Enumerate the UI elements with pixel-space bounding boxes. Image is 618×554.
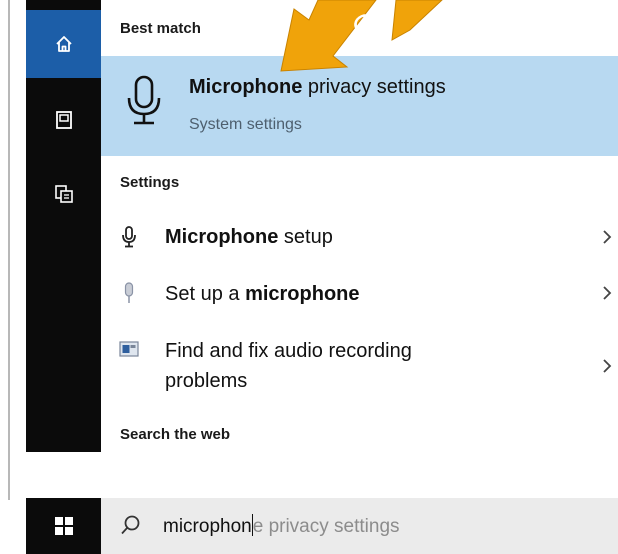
search-icon: [121, 515, 140, 535]
best-match-subtitle: System settings: [189, 116, 302, 133]
troubleshoot-icon: [119, 341, 139, 357]
settings-item-audio-troubleshooter[interactable]: Find and fix audio recording problems: [101, 334, 618, 400]
microphone-icon: [122, 226, 136, 248]
start-button[interactable]: [26, 498, 101, 554]
nav-rail: [26, 0, 101, 452]
rail-item-documents[interactable]: [26, 160, 101, 228]
home-icon: [55, 36, 72, 52]
settings-item-set-up-microphone[interactable]: Set up a microphone: [101, 276, 618, 312]
search-input[interactable]: microphone privacy settings: [163, 514, 400, 538]
best-match-result[interactable]: Microphone privacy settings System setti…: [101, 56, 618, 156]
best-match-header: Best match: [120, 20, 201, 37]
microphone-stand-icon: [124, 282, 134, 303]
window-edge: [8, 0, 10, 500]
rail-item-home[interactable]: [26, 10, 101, 78]
microphone-icon: [127, 75, 161, 125]
settings-item-label: Set up a microphone: [165, 283, 360, 305]
rail-item-notebook[interactable]: [26, 86, 101, 154]
documents-icon: [54, 185, 73, 203]
settings-item-microphone-setup[interactable]: Microphone setup: [101, 220, 618, 256]
notebook-icon: [55, 111, 72, 129]
chevron-right-icon: [603, 230, 612, 244]
chevron-right-icon: [603, 359, 612, 373]
settings-item-label: Microphone setup: [165, 226, 333, 248]
settings-header: Settings: [120, 174, 180, 191]
best-match-title: Microphone privacy settings: [189, 76, 446, 98]
windows-logo-icon: [54, 517, 73, 535]
results-panel: Best match Microphone privacy settings S…: [101, 0, 618, 452]
taskbar-search-box[interactable]: microphone privacy settings: [26, 498, 618, 554]
search-web-header[interactable]: Search the web: [120, 426, 230, 443]
settings-item-label: Find and fix audio recording problems: [165, 340, 412, 392]
chevron-right-icon: [603, 286, 612, 300]
